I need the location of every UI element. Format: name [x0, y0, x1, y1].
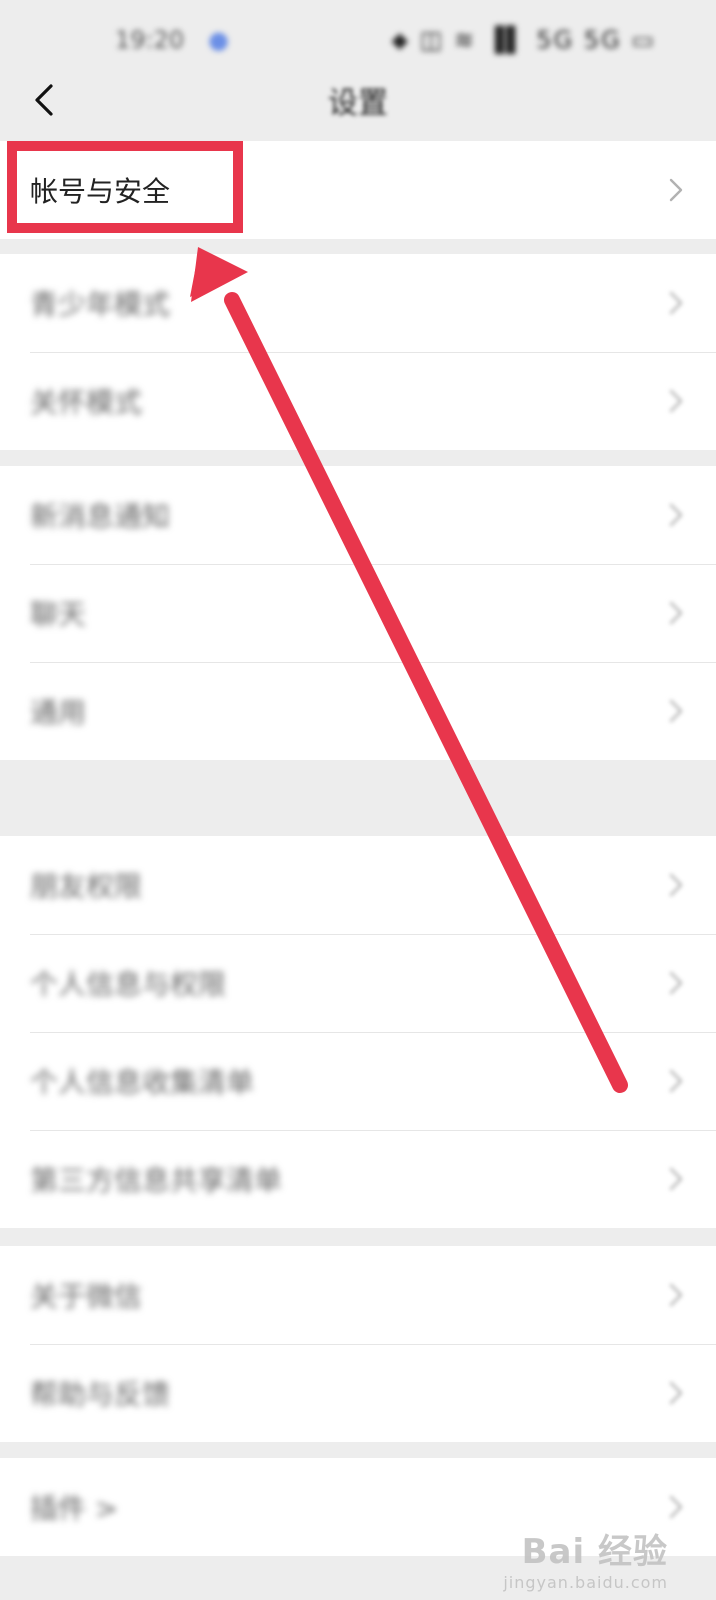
settings-row-notifications[interactable]: 新消息通知 [0, 466, 716, 564]
watermark: Bai 经验 jingyan.baidu.com [503, 1524, 668, 1592]
highlight-box [7, 141, 243, 233]
settings-row-care-mode[interactable]: 关怀模式 [0, 352, 716, 450]
settings-row-info-collection[interactable]: 个人信息收集清单 [0, 1032, 716, 1130]
chevron-right-icon [669, 291, 683, 315]
nav-bar: 设置 [0, 64, 716, 136]
settings-row-label: 帮助与反馈 [30, 1378, 171, 1411]
page-title: 设置 [328, 86, 388, 121]
watermark-url: jingyan.baidu.com [503, 1573, 668, 1592]
chevron-right-icon [669, 873, 683, 897]
chevron-right-icon [669, 1069, 683, 1093]
chevron-right-icon [669, 601, 683, 625]
settings-row-label: 新消息通知 [30, 500, 171, 533]
settings-row-label: 关怀模式 [30, 386, 143, 419]
settings-group-about: 关于微信 帮助与反馈 [0, 1246, 716, 1442]
chevron-right-icon [669, 1167, 683, 1191]
settings-group-privacy: 朋友权限 个人信息与权限 个人信息收集清单 第三方信息共享清单 [0, 836, 716, 1228]
settings-row-label: 个人信息与权限 [30, 968, 227, 1001]
chevron-right-icon [669, 971, 683, 995]
chevron-left-icon [35, 84, 53, 116]
settings-row-label: 第三方信息共享清单 [30, 1164, 283, 1197]
settings-row-label: 聊天 [30, 598, 87, 631]
settings-row-teen-mode[interactable]: 青少年模式 [0, 254, 716, 352]
settings-row-label: 青少年模式 [30, 288, 171, 321]
back-button[interactable] [26, 82, 62, 118]
settings-row-label: 个人信息收集清单 [30, 1066, 255, 1099]
chevron-right-icon [669, 389, 683, 413]
chevron-right-icon [669, 178, 683, 202]
settings-row-label: 关于微信 [30, 1280, 143, 1313]
settings-row-personal-info[interactable]: 个人信息与权限 [0, 934, 716, 1032]
settings-row-help-feedback[interactable]: 帮助与反馈 [0, 1344, 716, 1442]
settings-group-modes: 青少年模式 关怀模式 [0, 254, 716, 450]
chevron-right-icon [669, 1381, 683, 1405]
chevron-right-icon [669, 1495, 683, 1519]
status-indicators: ⬥ ◫ ≋ ▐▌ 5G 5G ▭ [391, 26, 656, 54]
status-time: 19:20 ● [115, 26, 230, 54]
chevron-right-icon [669, 699, 683, 723]
settings-group-general: 新消息通知 聊天 通用 [0, 466, 716, 760]
chevron-right-icon [669, 503, 683, 527]
watermark-logo: Bai 经验 [521, 1532, 668, 1572]
settings-row-chat[interactable]: 聊天 [0, 564, 716, 662]
settings-row-label: 朋友权限 [30, 870, 143, 903]
settings-row-third-party-sharing[interactable]: 第三方信息共享清单 [0, 1130, 716, 1228]
settings-row-friend-permissions[interactable]: 朋友权限 [0, 836, 716, 934]
settings-row-general[interactable]: 通用 [0, 662, 716, 760]
settings-row-label: 插件 > [30, 1492, 119, 1525]
settings-row-label: 通用 [30, 696, 87, 729]
location-dot-icon: ● [208, 26, 230, 54]
settings-row-about[interactable]: 关于微信 [0, 1246, 716, 1344]
chevron-right-icon [669, 1283, 683, 1307]
